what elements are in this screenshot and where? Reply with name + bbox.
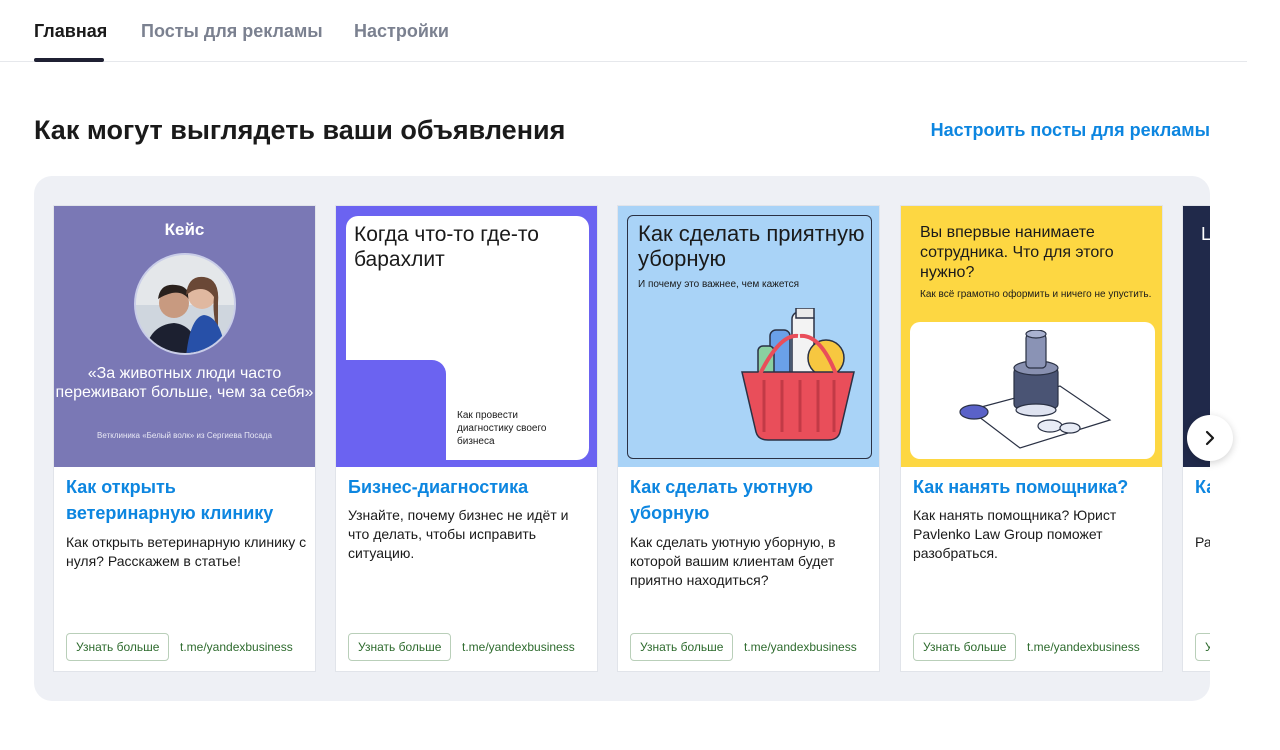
- person-photo: [134, 253, 236, 355]
- ad-preview-carousel: Кейс «За животных люди часто переживают …: [34, 176, 1210, 701]
- card-description: Ра со Сс: [1195, 534, 1210, 550]
- card-title[interactable]: Как открыть ветеринарную клинику: [66, 474, 310, 526]
- ad-card[interactable]: Когда что-то где-то барахлит Как провест…: [335, 205, 598, 672]
- cover-headline: Вы впервые нанимаете сотрудника. Что для…: [920, 224, 1114, 281]
- telegram-link[interactable]: t.me/yandexbusiness: [744, 638, 857, 656]
- learn-more-button[interactable]: Узнать больше: [66, 633, 170, 661]
- tab-ad-posts[interactable]: Посты для рекламы: [141, 20, 323, 42]
- card-description: Узнайте, почему бизнес не идёт и что дел…: [348, 507, 569, 561]
- tab-settings[interactable]: Настройки: [354, 20, 449, 42]
- card-title[interactable]: Как сделать уютную уборную: [630, 474, 874, 526]
- card-description: Как открыть ветеринарную клинику с нуля?…: [66, 534, 307, 569]
- card-description: Как нанять помощника? Юрист Pavlenko Law…: [913, 507, 1117, 561]
- stamp-illustration: [959, 330, 1112, 449]
- top-tabs: Главная Посты для рекламы Настройки: [0, 0, 1247, 62]
- ad-card[interactable]: Как сделать приятную уборную И почему эт…: [617, 205, 880, 672]
- tab-main[interactable]: Главная: [34, 20, 107, 42]
- card-description: Как сделать уютную уборную, в которой ва…: [630, 534, 836, 588]
- card-title[interactable]: Как нанять помощника?: [913, 474, 1157, 500]
- learn-more-button[interactable]: Узнать больше: [630, 633, 734, 661]
- cover-subtitle: Как всё грамотно оформить и ничего не уп…: [920, 289, 1152, 300]
- card-cover: Как сделать приятную уборную И почему эт…: [618, 206, 879, 467]
- telegram-link[interactable]: t.me/yandexbusiness: [1027, 638, 1140, 656]
- section-title: Как могут выглядеть ваши объявления: [34, 115, 566, 145]
- ad-card[interactable]: Вы впервые нанимаете сотрудника. Что для…: [900, 205, 1163, 672]
- cover-subtitle: И почему это важнее, чем кажется: [638, 279, 799, 290]
- cleaning-basket-illustration: [741, 308, 855, 441]
- carousel-next-button[interactable]: [1187, 415, 1233, 461]
- cover-quote: «За животных люди часто переживают больш…: [55, 365, 314, 401]
- cover-signature: Ветклиника «Белый волк» из Сергиева Поса…: [97, 431, 272, 440]
- learn-more-button[interactable]: У: [1195, 633, 1210, 661]
- configure-ad-posts-link[interactable]: Настроить посты для рекламы: [931, 119, 1210, 141]
- card-title[interactable]: Ка до: [1195, 474, 1210, 500]
- cover-headline: Ц Д: [1201, 222, 1210, 247]
- card-cover: Вы впервые нанимаете сотрудника. Что для…: [901, 206, 1162, 467]
- cover-notch: [346, 360, 446, 460]
- ad-card[interactable]: Кейс «За животных люди часто переживают …: [53, 205, 316, 672]
- card-cover: Кейс «За животных люди часто переживают …: [54, 206, 315, 467]
- cover-illustration-box: [910, 322, 1155, 459]
- cover-headline: Как сделать приятную уборную: [638, 221, 865, 271]
- card-cover: Когда что-то где-то барахлит Как провест…: [336, 206, 597, 467]
- telegram-link[interactable]: t.me/yandexbusiness: [462, 638, 575, 656]
- cover-kicker: Кейс: [164, 220, 205, 239]
- cover-subtitle: Как провести диагностику своего бизнеса: [457, 410, 547, 447]
- telegram-link[interactable]: t.me/yandexbusiness: [180, 638, 293, 656]
- learn-more-button[interactable]: Узнать больше: [348, 633, 452, 661]
- cover-headline: Когда что-то где-то барахлит: [354, 223, 539, 271]
- learn-more-button[interactable]: Узнать больше: [913, 633, 1017, 661]
- active-tab-indicator: [34, 58, 104, 62]
- card-title[interactable]: Бизнес-диагностика: [348, 474, 592, 500]
